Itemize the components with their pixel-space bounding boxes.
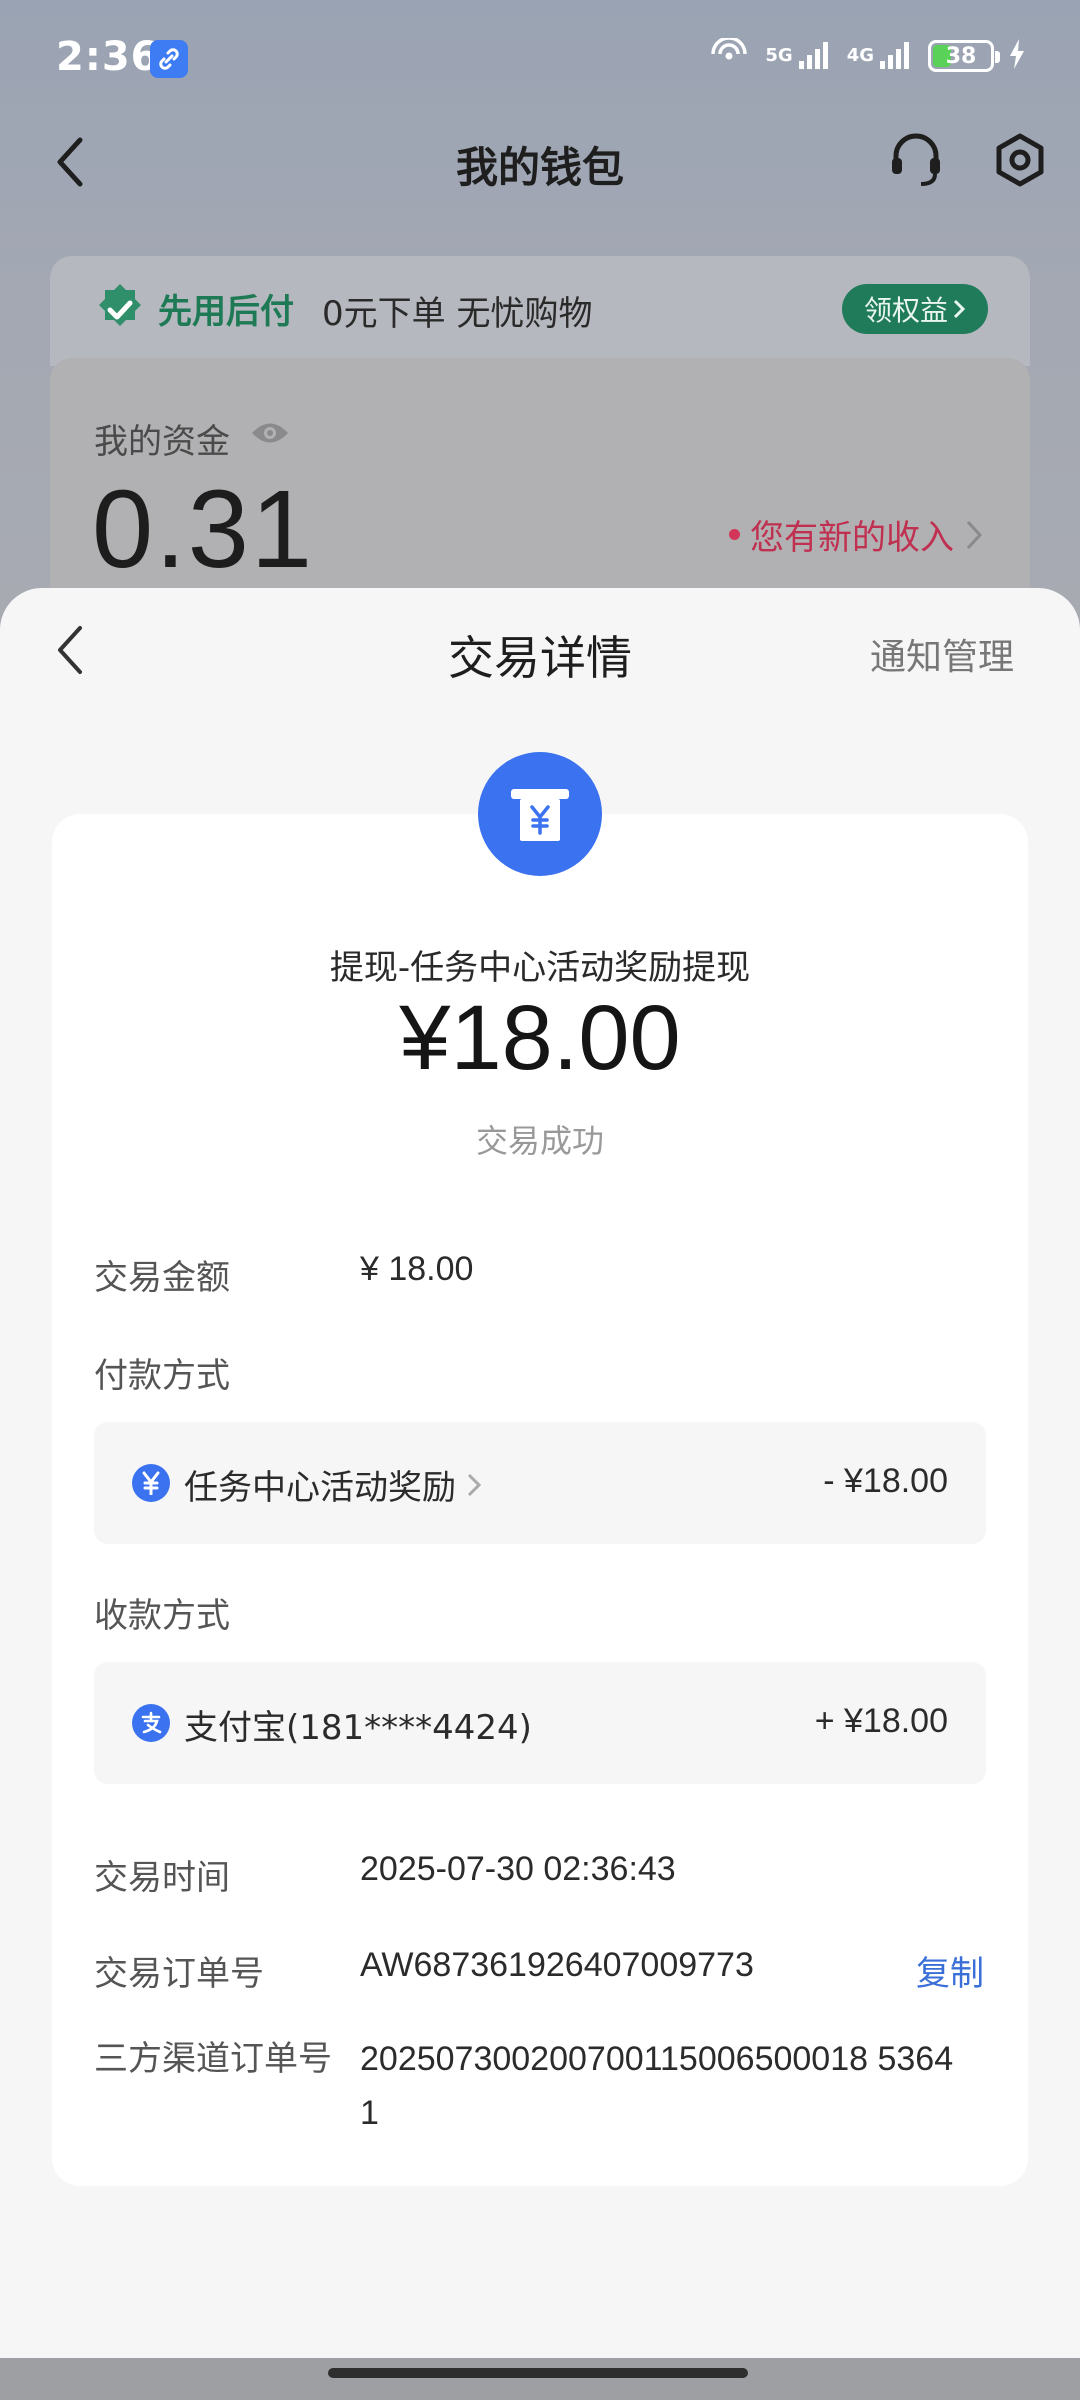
chevron-right-icon (467, 1473, 482, 1496)
amount-label: 交易金额 (94, 1258, 230, 1298)
home-indicator-bar[interactable] (328, 2368, 748, 2378)
pay-later-promo[interactable]: 先用后付 0元下单 无忧购物 领权益 (50, 256, 1030, 366)
chevron-right-icon (953, 299, 966, 319)
transaction-card: 提现-任务中心活动奖励提现 ¥18.00 交易成功 交易金额 ¥ 18.00 付… (52, 814, 1028, 2186)
claim-benefits-label: 领权益 (863, 294, 948, 327)
amount-value: ¥ 18.00 (360, 1250, 474, 1288)
signal-icon (880, 39, 914, 73)
status-time: 2:36 (56, 34, 160, 80)
payment-amount: - ¥18.00 (823, 1462, 948, 1500)
order-number-value: AW687361926407009773 (360, 1946, 754, 1984)
battery-icon: 38 (928, 40, 1000, 72)
battery-percent: 38 (945, 43, 977, 69)
charging-icon (1008, 39, 1026, 73)
link-icon (150, 40, 188, 78)
transaction-name: 提现-任务中心活动奖励提现 (329, 948, 751, 988)
order-number-label: 交易订单号 (94, 1954, 264, 1994)
wallet-header: 我的钱包 (0, 120, 1080, 202)
payment-method-label: 付款方式 (94, 1356, 230, 1396)
time-value: 2025-07-30 02:36:43 (360, 1850, 676, 1888)
pay-later-slogan: 0元下单 无忧购物 (322, 294, 593, 334)
receive-method-name: 支付宝(181****4424) (184, 1708, 532, 1748)
time-label: 交易时间 (94, 1858, 230, 1898)
transaction-status: 交易成功 (475, 1122, 604, 1160)
hotspot-icon (707, 36, 751, 74)
funds-amount: 0.31 (92, 468, 315, 591)
copy-order-button[interactable]: 复制 (916, 1946, 984, 1995)
alipay-icon (132, 1704, 170, 1742)
channel-order-value: 202507300200700115006500018 53641 (360, 2040, 954, 2132)
channel-order-label: 三方渠道订单号 (94, 2039, 332, 2079)
yuan-coin-icon (132, 1464, 170, 1502)
signal-icon (798, 39, 833, 73)
notification-manage-link[interactable]: 通知管理 (870, 628, 1014, 680)
notice-dot (729, 529, 740, 540)
net-4g-label: 4G (846, 45, 874, 66)
status-bar: 2:36 5G 4G 38 (0, 0, 1080, 120)
receive-amount: + ¥18.00 (814, 1702, 948, 1740)
payment-method-name: 任务中心活动奖励 (184, 1460, 482, 1509)
payment-method-label-text: 任务中心活动奖励 (184, 1468, 456, 1508)
navigation-area (0, 2358, 1080, 2400)
receive-method-row: 支付宝(181****4424) + ¥18.00 (94, 1662, 986, 1784)
customer-service-icon[interactable] (886, 130, 946, 194)
funds-label: 我的资金 (94, 422, 230, 462)
new-income-label: 您有新的收入 (750, 518, 954, 558)
transaction-amount: ¥18.00 (399, 987, 681, 1089)
sheet-header: 交易详情 通知管理 (0, 588, 1080, 708)
receive-method-label: 收款方式 (94, 1596, 230, 1636)
payment-method-row[interactable]: 任务中心活动奖励 - ¥18.00 (94, 1422, 986, 1544)
net-5g-label: 5G (765, 45, 793, 66)
claim-benefits-button[interactable]: 领权益 (842, 284, 988, 334)
eye-icon[interactable] (250, 420, 290, 450)
verified-shield-icon (92, 282, 148, 342)
new-income-link[interactable]: 您有新的收入 (729, 510, 984, 559)
settings-gear-icon[interactable] (990, 130, 1050, 194)
chevron-right-icon (966, 520, 983, 549)
pay-later-brand: 先用后付 (158, 292, 294, 332)
withdraw-atm-icon (478, 752, 602, 876)
